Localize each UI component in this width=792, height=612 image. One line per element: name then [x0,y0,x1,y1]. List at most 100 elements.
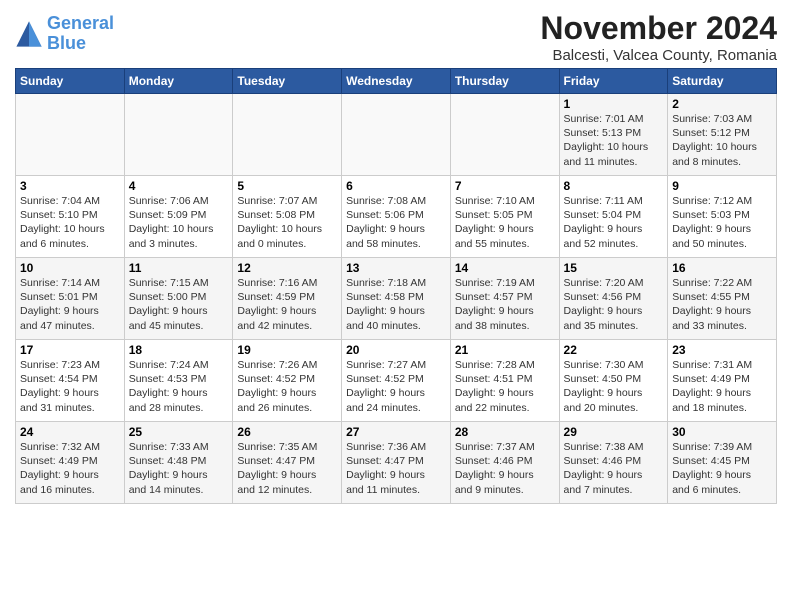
calendar-cell: 26Sunrise: 7:35 AM Sunset: 4:47 PM Dayli… [233,422,342,504]
day-number: 5 [237,179,337,193]
weekday-header-friday: Friday [559,69,668,94]
calendar-cell: 6Sunrise: 7:08 AM Sunset: 5:06 PM Daylig… [342,176,451,258]
calendar-cell [450,94,559,176]
weekday-header-thursday: Thursday [450,69,559,94]
day-number: 16 [672,261,772,275]
day-number: 29 [564,425,664,439]
logo-line2: Blue [47,33,86,53]
calendar-cell: 11Sunrise: 7:15 AM Sunset: 5:00 PM Dayli… [124,258,233,340]
day-info: Sunrise: 7:18 AM Sunset: 4:58 PM Dayligh… [346,276,446,333]
day-number: 1 [564,97,664,111]
day-number: 4 [129,179,229,193]
calendar-cell: 21Sunrise: 7:28 AM Sunset: 4:51 PM Dayli… [450,340,559,422]
calendar-cell: 29Sunrise: 7:38 AM Sunset: 4:46 PM Dayli… [559,422,668,504]
day-number: 10 [20,261,120,275]
day-info: Sunrise: 7:27 AM Sunset: 4:52 PM Dayligh… [346,358,446,415]
calendar-cell: 27Sunrise: 7:36 AM Sunset: 4:47 PM Dayli… [342,422,451,504]
day-info: Sunrise: 7:28 AM Sunset: 4:51 PM Dayligh… [455,358,555,415]
calendar-cell: 5Sunrise: 7:07 AM Sunset: 5:08 PM Daylig… [233,176,342,258]
day-number: 21 [455,343,555,357]
day-number: 6 [346,179,446,193]
day-number: 28 [455,425,555,439]
day-number: 26 [237,425,337,439]
day-number: 23 [672,343,772,357]
weekday-header-monday: Monday [124,69,233,94]
day-info: Sunrise: 7:10 AM Sunset: 5:05 PM Dayligh… [455,194,555,251]
calendar-cell: 23Sunrise: 7:31 AM Sunset: 4:49 PM Dayli… [668,340,777,422]
day-info: Sunrise: 7:01 AM Sunset: 5:13 PM Dayligh… [564,112,664,169]
day-info: Sunrise: 7:12 AM Sunset: 5:03 PM Dayligh… [672,194,772,251]
calendar-cell: 22Sunrise: 7:30 AM Sunset: 4:50 PM Dayli… [559,340,668,422]
calendar-cell: 12Sunrise: 7:16 AM Sunset: 4:59 PM Dayli… [233,258,342,340]
day-info: Sunrise: 7:38 AM Sunset: 4:46 PM Dayligh… [564,440,664,497]
calendar-week-row: 3Sunrise: 7:04 AM Sunset: 5:10 PM Daylig… [16,176,777,258]
calendar-cell: 8Sunrise: 7:11 AM Sunset: 5:04 PM Daylig… [559,176,668,258]
day-info: Sunrise: 7:35 AM Sunset: 4:47 PM Dayligh… [237,440,337,497]
day-number: 17 [20,343,120,357]
day-number: 11 [129,261,229,275]
calendar-cell: 20Sunrise: 7:27 AM Sunset: 4:52 PM Dayli… [342,340,451,422]
day-info: Sunrise: 7:19 AM Sunset: 4:57 PM Dayligh… [455,276,555,333]
day-info: Sunrise: 7:31 AM Sunset: 4:49 PM Dayligh… [672,358,772,415]
day-number: 2 [672,97,772,111]
day-number: 14 [455,261,555,275]
calendar-cell [233,94,342,176]
logo-icon [15,20,43,48]
day-info: Sunrise: 7:03 AM Sunset: 5:12 PM Dayligh… [672,112,772,169]
day-number: 15 [564,261,664,275]
calendar-cell [124,94,233,176]
logo-text: General Blue [47,14,114,54]
calendar-cell: 16Sunrise: 7:22 AM Sunset: 4:55 PM Dayli… [668,258,777,340]
day-info: Sunrise: 7:39 AM Sunset: 4:45 PM Dayligh… [672,440,772,497]
header: General Blue November 2024 Balcesti, Val… [15,10,777,64]
weekday-header-sunday: Sunday [16,69,125,94]
day-number: 20 [346,343,446,357]
title-block: November 2024 Balcesti, Valcea County, R… [540,10,777,64]
calendar: SundayMondayTuesdayWednesdayThursdayFrid… [15,68,777,504]
day-number: 24 [20,425,120,439]
day-number: 22 [564,343,664,357]
logo-line1: General [47,13,114,33]
day-info: Sunrise: 7:15 AM Sunset: 5:00 PM Dayligh… [129,276,229,333]
calendar-cell: 3Sunrise: 7:04 AM Sunset: 5:10 PM Daylig… [16,176,125,258]
day-info: Sunrise: 7:30 AM Sunset: 4:50 PM Dayligh… [564,358,664,415]
calendar-cell: 7Sunrise: 7:10 AM Sunset: 5:05 PM Daylig… [450,176,559,258]
calendar-cell: 30Sunrise: 7:39 AM Sunset: 4:45 PM Dayli… [668,422,777,504]
day-info: Sunrise: 7:37 AM Sunset: 4:46 PM Dayligh… [455,440,555,497]
calendar-cell: 10Sunrise: 7:14 AM Sunset: 5:01 PM Dayli… [16,258,125,340]
day-number: 8 [564,179,664,193]
day-number: 3 [20,179,120,193]
day-info: Sunrise: 7:04 AM Sunset: 5:10 PM Dayligh… [20,194,120,251]
calendar-cell: 17Sunrise: 7:23 AM Sunset: 4:54 PM Dayli… [16,340,125,422]
calendar-cell: 28Sunrise: 7:37 AM Sunset: 4:46 PM Dayli… [450,422,559,504]
calendar-cell: 9Sunrise: 7:12 AM Sunset: 5:03 PM Daylig… [668,176,777,258]
day-info: Sunrise: 7:22 AM Sunset: 4:55 PM Dayligh… [672,276,772,333]
calendar-cell: 13Sunrise: 7:18 AM Sunset: 4:58 PM Dayli… [342,258,451,340]
day-number: 12 [237,261,337,275]
calendar-cell: 18Sunrise: 7:24 AM Sunset: 4:53 PM Dayli… [124,340,233,422]
day-info: Sunrise: 7:06 AM Sunset: 5:09 PM Dayligh… [129,194,229,251]
calendar-cell [342,94,451,176]
calendar-cell: 4Sunrise: 7:06 AM Sunset: 5:09 PM Daylig… [124,176,233,258]
calendar-cell: 15Sunrise: 7:20 AM Sunset: 4:56 PM Dayli… [559,258,668,340]
calendar-cell: 19Sunrise: 7:26 AM Sunset: 4:52 PM Dayli… [233,340,342,422]
day-number: 13 [346,261,446,275]
location: Balcesti, Valcea County, Romania [540,47,777,64]
calendar-week-row: 17Sunrise: 7:23 AM Sunset: 4:54 PM Dayli… [16,340,777,422]
day-info: Sunrise: 7:14 AM Sunset: 5:01 PM Dayligh… [20,276,120,333]
day-number: 25 [129,425,229,439]
day-info: Sunrise: 7:32 AM Sunset: 4:49 PM Dayligh… [20,440,120,497]
day-info: Sunrise: 7:11 AM Sunset: 5:04 PM Dayligh… [564,194,664,251]
calendar-cell: 2Sunrise: 7:03 AM Sunset: 5:12 PM Daylig… [668,94,777,176]
month-title: November 2024 [540,10,777,47]
calendar-cell: 24Sunrise: 7:32 AM Sunset: 4:49 PM Dayli… [16,422,125,504]
weekday-header-tuesday: Tuesday [233,69,342,94]
day-info: Sunrise: 7:36 AM Sunset: 4:47 PM Dayligh… [346,440,446,497]
calendar-header-row: SundayMondayTuesdayWednesdayThursdayFrid… [16,69,777,94]
day-info: Sunrise: 7:33 AM Sunset: 4:48 PM Dayligh… [129,440,229,497]
calendar-cell: 25Sunrise: 7:33 AM Sunset: 4:48 PM Dayli… [124,422,233,504]
calendar-week-row: 1Sunrise: 7:01 AM Sunset: 5:13 PM Daylig… [16,94,777,176]
day-number: 30 [672,425,772,439]
calendar-cell [16,94,125,176]
calendar-cell: 1Sunrise: 7:01 AM Sunset: 5:13 PM Daylig… [559,94,668,176]
